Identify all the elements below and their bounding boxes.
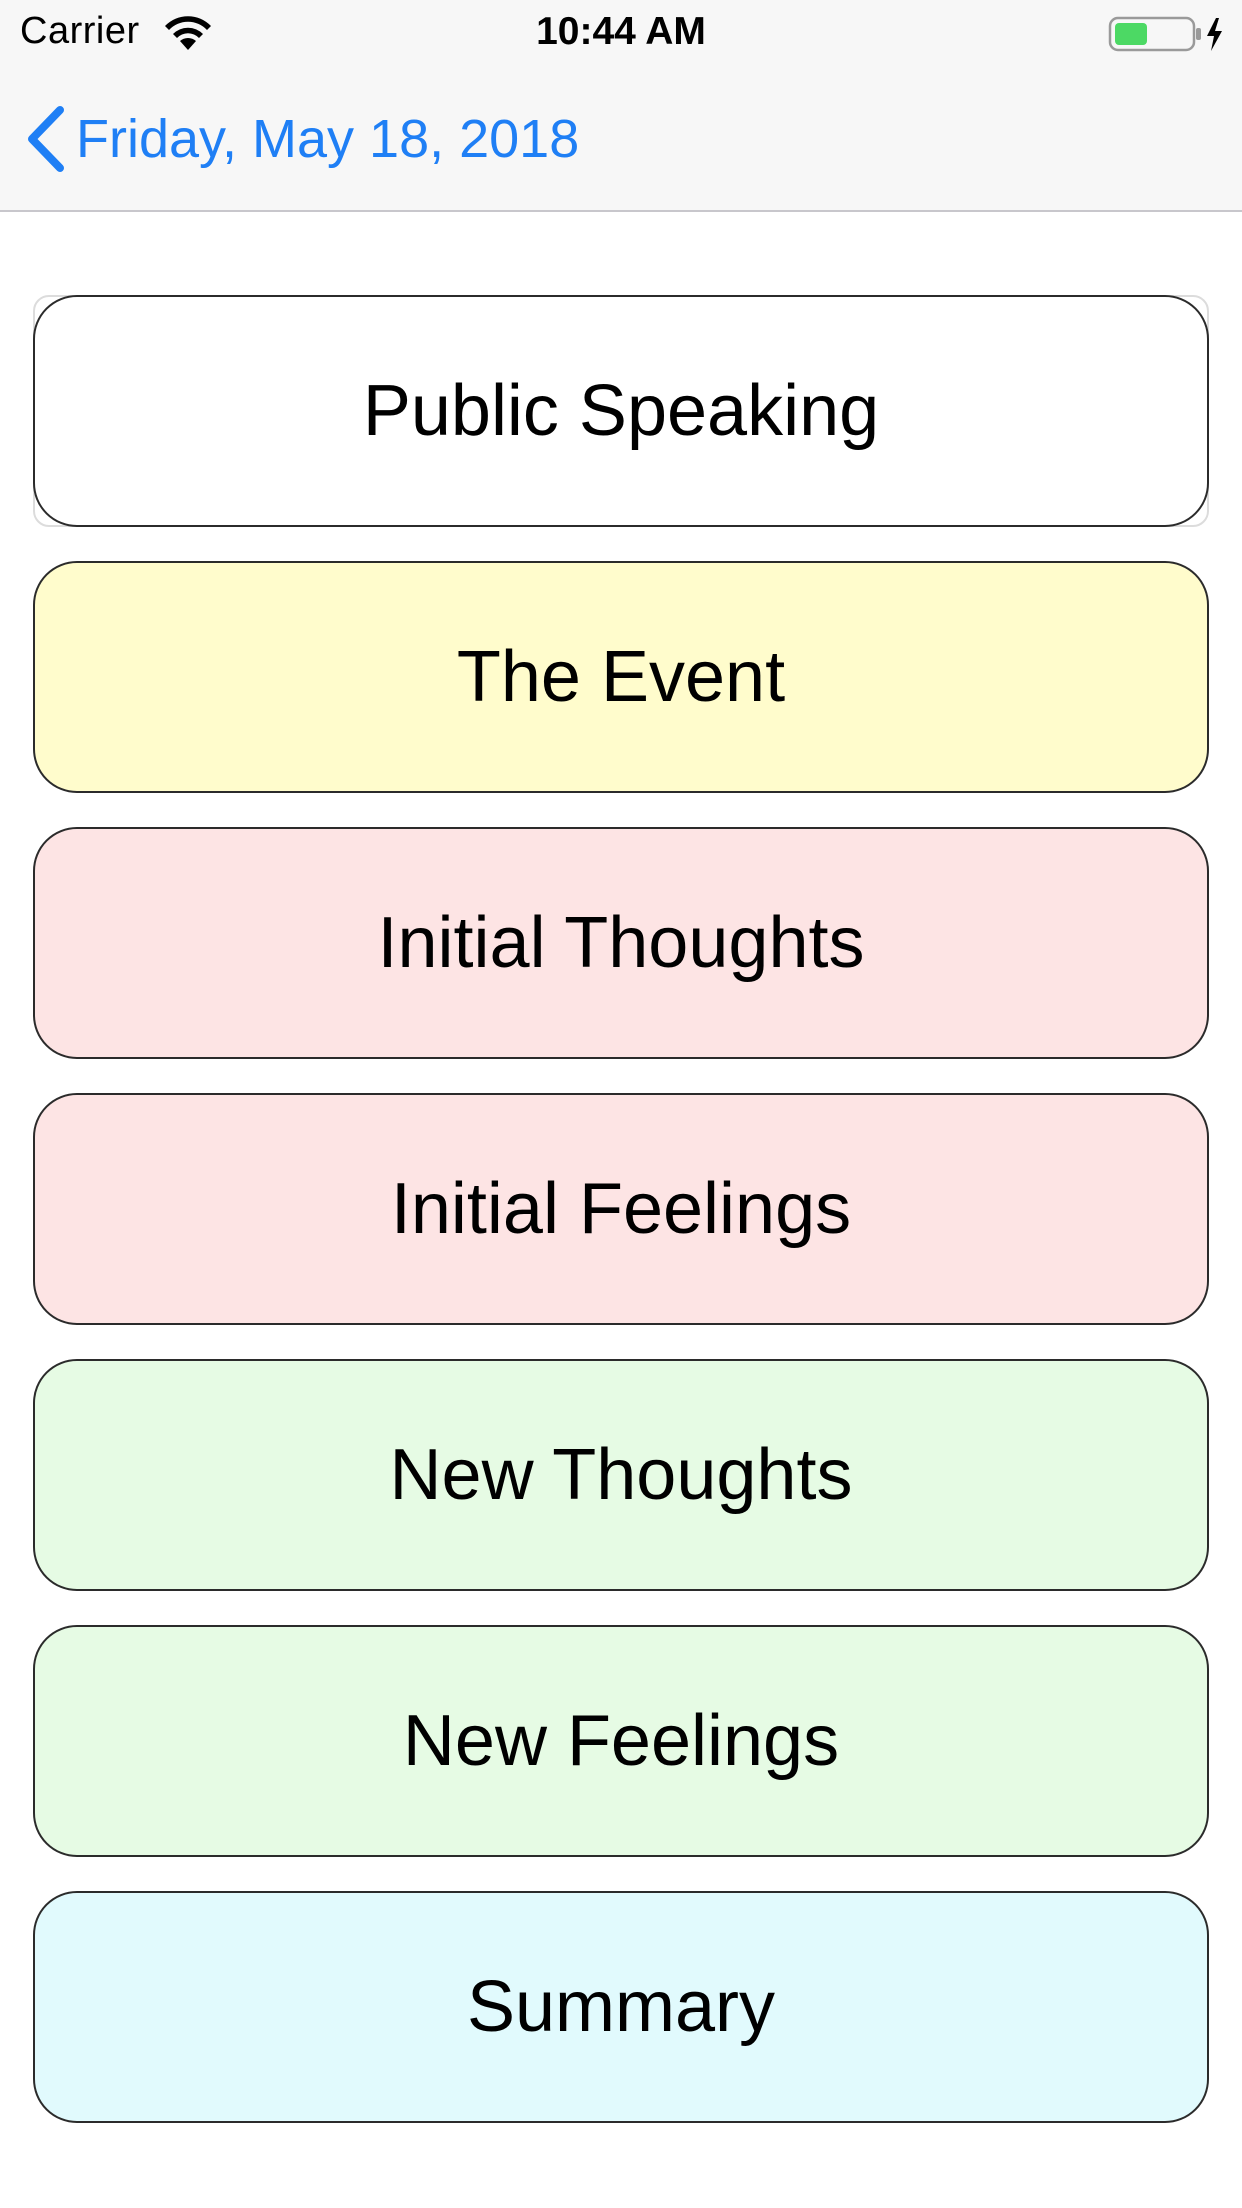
chevron-left-icon (28, 106, 64, 172)
navigation-bar: Friday, May 18, 2018 (0, 66, 1242, 212)
battery-charging-icon (1108, 16, 1222, 52)
summary-button[interactable]: Summary (33, 1891, 1209, 2123)
summary-label: Summary (466, 1967, 776, 2047)
initial-feelings-button[interactable]: Initial Feelings (33, 1093, 1209, 1325)
new-thoughts-button[interactable]: New Thoughts (33, 1359, 1209, 1591)
new-feelings-button[interactable]: New Feelings (33, 1625, 1209, 1857)
the-event-label: The Event (456, 637, 786, 717)
public-speaking-button[interactable]: Public Speaking (33, 295, 1209, 527)
new-thoughts-label: New Thoughts (389, 1435, 853, 1515)
initial-feelings-label: Initial Feelings (390, 1169, 852, 1249)
section-list: Public Speaking The Event Initial Though… (33, 295, 1209, 2157)
status-bar: Carrier 10:44 AM (0, 0, 1242, 66)
status-time: 10:44 AM (536, 10, 706, 53)
back-button[interactable]: Friday, May 18, 2018 (24, 104, 579, 174)
the-event-button[interactable]: The Event (33, 561, 1209, 793)
initial-thoughts-button[interactable]: Initial Thoughts (33, 827, 1209, 1059)
public-speaking-label: Public Speaking (362, 371, 880, 451)
title-cell: Public Speaking (33, 295, 1209, 527)
back-button-label: Friday, May 18, 2018 (76, 109, 580, 169)
new-feelings-label: New Feelings (402, 1701, 840, 1781)
initial-thoughts-label: Initial Thoughts (377, 903, 865, 983)
